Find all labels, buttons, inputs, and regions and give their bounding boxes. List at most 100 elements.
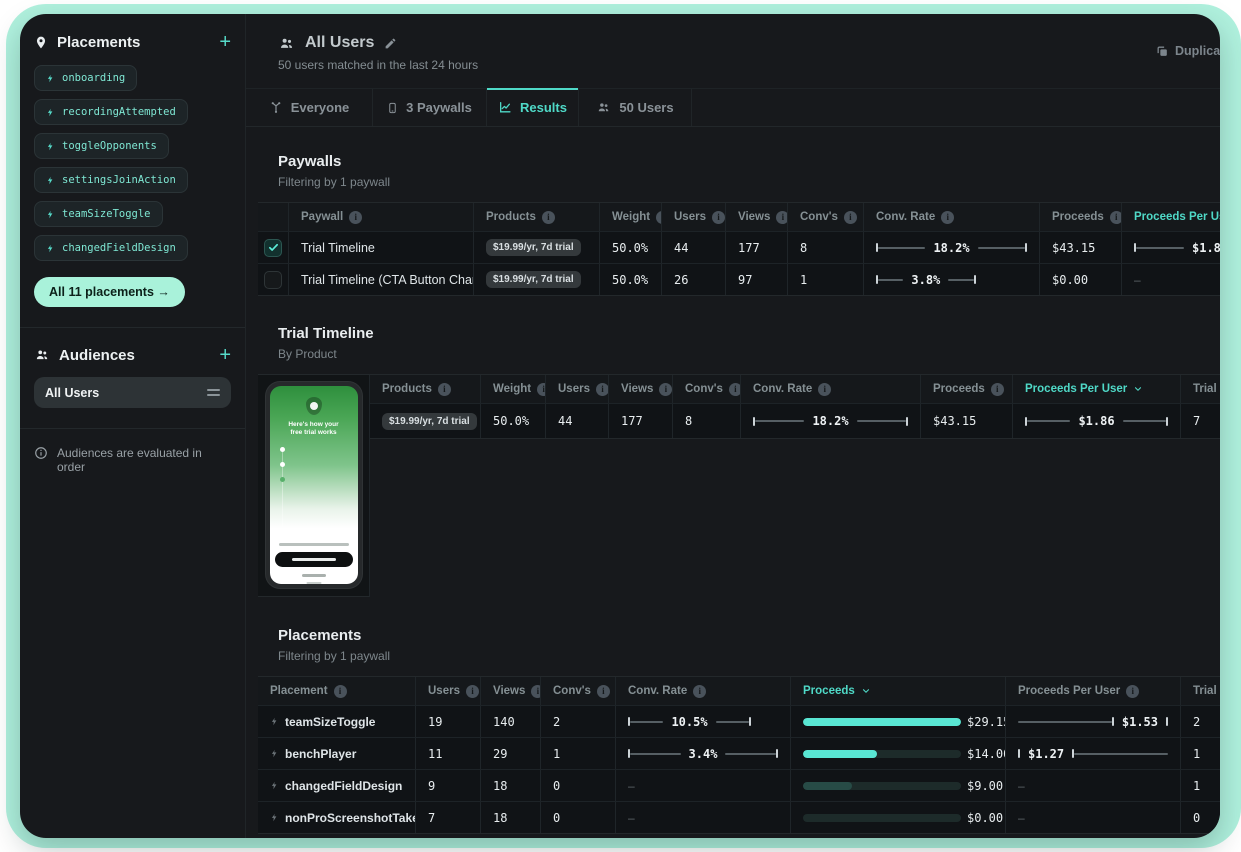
all-placements-button[interactable]: All 11 placements → [34,277,185,307]
info-icon [659,383,672,396]
tab-label: 50 Users [619,100,673,115]
column-header-conv-rate[interactable]: Conv. Rate [615,677,790,705]
audiences-title: Audiences [59,347,210,364]
shield-logo-icon [306,397,322,415]
app-panel: Placements + onboarding recordingAttempt… [20,14,1220,838]
row-checkbox-checked[interactable] [264,239,282,257]
column-header-trial-starts[interactable]: Trial S [1180,677,1220,705]
info-icon [596,383,608,396]
placement-tag-list: onboarding recordingAttempted toggleOppo… [34,65,231,269]
placement-tag-teamSizeToggle[interactable]: teamSizeToggle [34,201,163,227]
placement-name[interactable]: benchPlayer [258,738,415,769]
column-header-conv-rate[interactable]: Conv. Rate [740,375,920,403]
people-icon [278,36,295,51]
placement-name[interactable]: nonProScreenshotTaken [258,802,415,833]
info-icon [349,211,362,224]
tab-results[interactable]: Results [487,89,579,126]
tab-label: 3 Paywalls [406,100,472,115]
column-header-convs[interactable]: Conv's [540,677,615,705]
placements-table-header: Placement Users Views Conv's Conv. Rate … [258,677,1220,705]
split-flow-icon [269,101,283,114]
info-icon [776,211,787,224]
info-icon [597,685,610,698]
column-header-users[interactable]: Users [661,203,725,231]
phone-icon [387,101,398,115]
column-header-proceeds-per-user[interactable]: Proceeds Per User [1005,677,1180,705]
users-value: 7 [415,802,480,833]
bolt-icon [270,812,279,823]
paywall-cta-button[interactable] [275,552,353,567]
column-header-views[interactable]: Views [725,203,787,231]
column-header-proceeds-sorted[interactable]: Proceeds [790,677,1005,705]
views-value: 140 [480,706,540,737]
add-audience-button[interactable]: + [219,346,231,364]
column-header-convs[interactable]: Conv's [787,203,863,231]
matched-users-subtitle: 50 users matched in the last 24 hours [278,58,1220,72]
paywall-preview-cell[interactable]: Here's how your free trial works [258,375,370,597]
views-value: 18 [480,770,540,801]
column-header-weight[interactable]: Weight [599,203,661,231]
tab-everyone[interactable]: Everyone [246,89,373,126]
chart-icon [498,101,512,114]
tag-label: teamSizeToggle [62,208,151,220]
column-header-products[interactable]: Products [473,203,599,231]
placement-row-changedFieldDesign: changedFieldDesign 9 18 0 – $9.00 – 1 [258,769,1220,801]
column-header-views[interactable]: Views [608,375,672,403]
column-header-users[interactable]: Users [415,677,480,705]
placement-name[interactable]: teamSizeToggle [258,706,415,737]
trial-starts-value: 1 [1180,770,1220,801]
proceeds-per-user-interval: $1.53 [1005,706,1180,737]
column-header-placement[interactable]: Placement [258,677,415,705]
edit-pencil-icon[interactable] [384,37,397,50]
tab-users[interactable]: 50 Users [579,89,692,126]
column-header-conv-rate[interactable]: Conv. Rate [863,203,1039,231]
proceeds-bar [803,814,961,822]
paywall-headline: Here's how your free trial works [270,421,358,437]
empty-value: – [1018,779,1025,793]
paywalls-table: Paywall Products Weight Users Views Conv… [258,202,1220,296]
bolt-icon [270,780,279,791]
paywall-name[interactable]: Trial Timeline [288,232,473,263]
placement-tag-toggleOpponents[interactable]: toggleOpponents [34,133,169,159]
bolt-icon [46,243,55,254]
row-checkbox-unchecked[interactable] [264,271,282,289]
column-header-users[interactable]: Users [545,375,608,403]
audiences-note: Audiences are evaluated in order [34,446,231,474]
column-header-proceeds-per-user-sorted[interactable]: Proceeds Per User [1012,375,1180,403]
placement-tag-settingsJoinAction[interactable]: settingsJoinAction [34,167,188,193]
bolt-icon [46,209,55,220]
column-header-trial-starts[interactable]: Trial S [1180,375,1220,403]
column-header-proceeds-per-user[interactable]: Proceeds Per User [1121,203,1220,231]
drag-handle-icon[interactable] [207,389,220,396]
placement-tag-changedFieldDesign[interactable]: changedFieldDesign [34,235,188,261]
bolt-icon [46,107,55,118]
info-icon [1110,211,1121,224]
placements-section-title: Placements [278,627,1220,644]
proceeds-bar-cell: $9.00 [790,770,1005,801]
convs-value: 0 [540,770,615,801]
placement-tag-onboarding[interactable]: onboarding [34,65,137,91]
users-value: 44 [661,232,725,263]
duplicate-button[interactable]: Duplicate [1156,44,1220,58]
column-header-views[interactable]: Views [480,677,540,705]
convs-value: 1 [787,264,863,295]
column-header-paywall[interactable]: Paywall [288,203,473,231]
column-header-proceeds[interactable]: Proceeds [1039,203,1121,231]
conv-rate-interval: 10.5% [615,706,790,737]
placement-tag-recordingAttempted[interactable]: recordingAttempted [34,99,188,125]
column-header-convs[interactable]: Conv's [672,375,740,403]
column-header-products[interactable]: Products [370,375,480,403]
audience-item-all-users[interactable]: All Users [34,377,231,408]
column-header-weight[interactable]: Weight [480,375,545,403]
users-value: 44 [545,404,608,438]
proceeds-per-user-interval: $1.27 [1005,738,1180,769]
placement-name[interactable]: changedFieldDesign [258,770,415,801]
main-area: All Users 50 users matched in the last 2… [246,14,1220,838]
paywall-name[interactable]: Trial Timeline (CTA Button Change) [288,264,473,295]
add-placement-button[interactable]: + [219,33,231,51]
audiences-header: Audiences + [34,346,231,364]
info-icon [537,383,545,396]
paywall-phone-preview: Here's how your free trial works [266,382,362,588]
column-header-proceeds[interactable]: Proceeds [920,375,1012,403]
tab-paywalls[interactable]: 3 Paywalls [373,89,487,126]
